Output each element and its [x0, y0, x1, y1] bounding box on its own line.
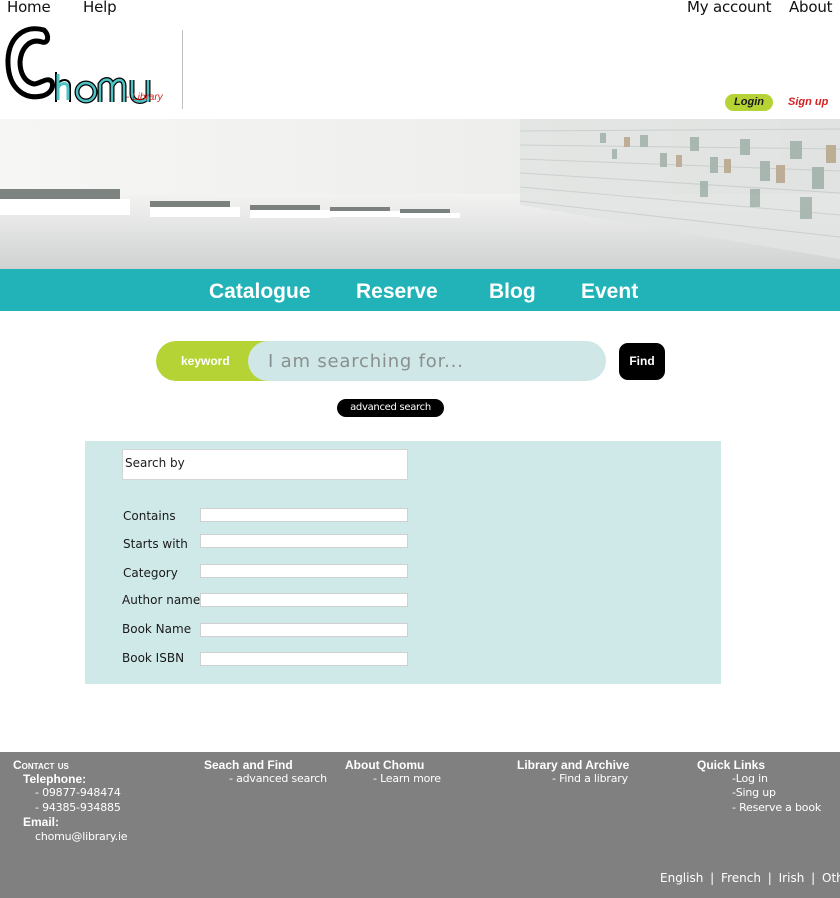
chomu-logo[interactable]: - Library	[4, 22, 174, 112]
nav-about-link[interactable]: About	[789, 0, 833, 16]
contains-field[interactable]	[200, 508, 408, 522]
nav-event[interactable]: Event	[581, 280, 638, 304]
find-button[interactable]: Find	[619, 343, 665, 380]
contact-us-heading: Contact us	[13, 758, 69, 772]
hero-banner-image	[0, 119, 840, 269]
advanced-search-button[interactable]: advanced search	[337, 399, 444, 417]
quick-link-reserve[interactable]: - Reserve a book	[732, 801, 821, 814]
book-isbn-label: Book ISBN	[122, 651, 185, 665]
nav-my-account-link[interactable]: My account	[687, 0, 772, 16]
search-bar: keyword	[156, 341, 606, 381]
language-separator: |	[710, 871, 715, 885]
phone-number-2: - 94385-934885	[35, 801, 121, 814]
about-chomu-heading: About Chomu	[345, 758, 425, 772]
language-irish[interactable]: Irish	[779, 871, 805, 885]
search-input[interactable]	[268, 345, 598, 377]
nav-catalogue[interactable]: Catalogue	[209, 280, 311, 304]
author-name-label: Author name	[122, 593, 201, 607]
book-isbn-field[interactable]	[200, 652, 408, 666]
nav-blog[interactable]: Blog	[489, 280, 536, 304]
language-other[interactable]: Other	[822, 871, 840, 885]
nav-reserve[interactable]: Reserve	[356, 280, 438, 304]
phone-number-1: - 09877-948474	[35, 786, 121, 799]
language-english[interactable]: English	[660, 871, 703, 885]
telephone-label: Telephone:	[23, 772, 87, 786]
category-label: Category	[123, 566, 178, 580]
starts-with-label: Starts with	[123, 537, 188, 551]
nav-help-link[interactable]: Help	[83, 0, 117, 16]
logo-tagline: - Library	[126, 92, 164, 103]
quick-links-heading: Quick Links	[697, 758, 766, 772]
quick-link-login[interactable]: -Log in	[732, 772, 768, 785]
book-name-label: Book Name	[122, 622, 192, 636]
login-button[interactable]: Login	[725, 94, 773, 111]
logo-divider	[182, 30, 183, 109]
language-separator: |	[767, 871, 772, 885]
author-name-field[interactable]	[200, 593, 408, 607]
language-selector: English | French | Irish | Other	[660, 871, 840, 885]
footer-advanced-search-link[interactable]: - advanced search	[229, 772, 327, 785]
contains-label: Contains	[123, 509, 176, 523]
category-field[interactable]	[200, 564, 408, 578]
search-by-select[interactable]: Search by	[122, 449, 408, 480]
starts-with-field[interactable]	[200, 534, 408, 548]
main-nav: Catalogue Reserve Blog Event	[0, 269, 840, 311]
language-french[interactable]: French	[721, 871, 761, 885]
email-label: Email:	[23, 815, 60, 829]
nav-home-link[interactable]: Home	[7, 0, 51, 16]
book-name-field[interactable]	[200, 623, 408, 637]
find-library-link[interactable]: - Find a library	[552, 772, 628, 785]
library-archive-heading: Library and Archive	[517, 758, 630, 772]
quick-link-signup[interactable]: -Sing up	[732, 786, 776, 799]
footer: Contact us Telephone: - 09877-948474 - 9…	[0, 752, 840, 898]
keyword-label[interactable]: keyword	[181, 354, 230, 368]
email-link[interactable]: chomu@library.ie	[35, 830, 128, 843]
learn-more-link[interactable]: - Learn more	[373, 772, 441, 785]
search-and-find-heading: Seach and Find	[204, 758, 293, 772]
language-separator: |	[811, 871, 816, 885]
signup-link[interactable]: Sign up	[788, 96, 828, 108]
